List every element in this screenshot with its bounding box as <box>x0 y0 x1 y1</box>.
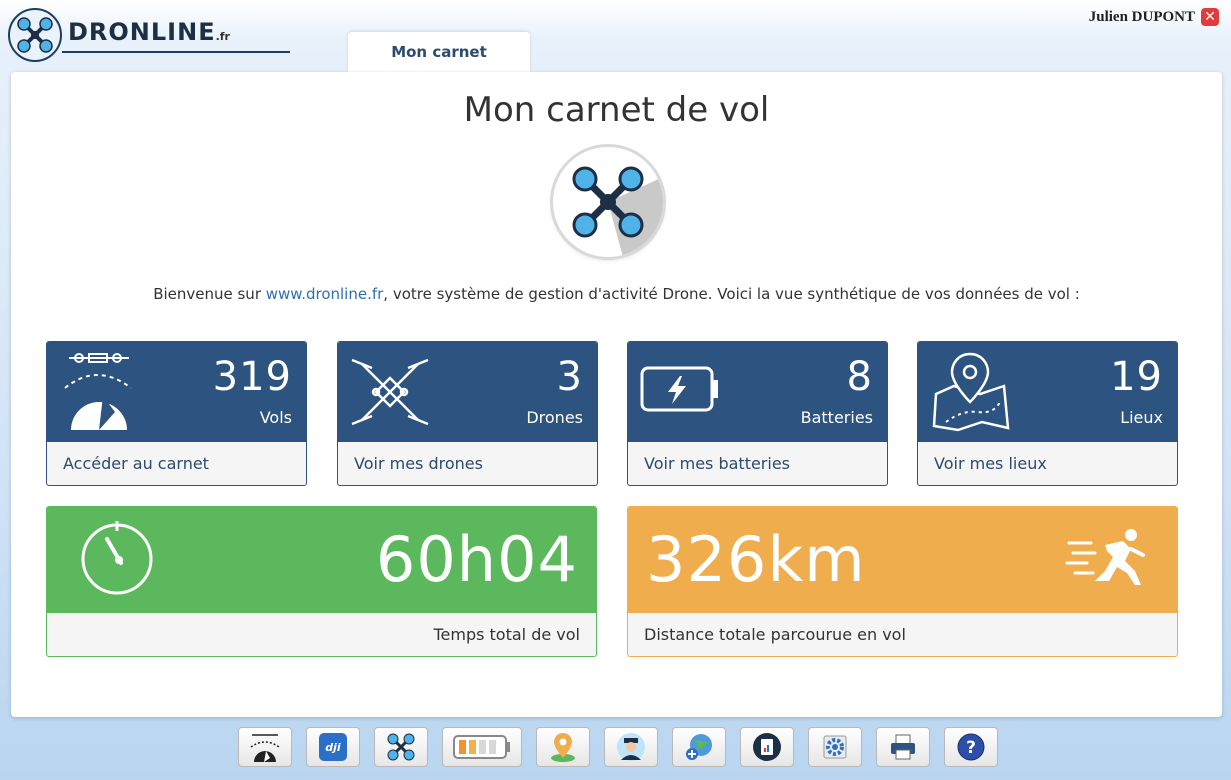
lieux-count: 19 <box>1110 354 1163 400</box>
card-total-time: 60h04 Temps total de vol <box>46 506 597 657</box>
total-time-label: Temps total de vol <box>433 625 580 644</box>
logo-text: DRONLINE <box>68 18 216 46</box>
report-icon[interactable] <box>740 727 794 767</box>
svg-text:?: ? <box>966 738 976 758</box>
drones-label: Drones <box>526 408 583 427</box>
battery-tool-icon[interactable] <box>442 727 522 767</box>
drones-count: 3 <box>556 354 583 400</box>
total-distance-value: 326km <box>646 523 866 596</box>
logo-underline <box>62 51 290 53</box>
hero-drone-icon <box>553 147 663 257</box>
card-vols: 319 Vols Accéder au carnet <box>46 341 307 486</box>
drone-icon <box>348 350 432 438</box>
bottom-toolbar: dji ? <box>238 727 998 767</box>
vols-count: 319 <box>212 354 292 400</box>
print-icon[interactable] <box>876 727 930 767</box>
globe-add-icon[interactable] <box>672 727 726 767</box>
welcome-text: Bienvenue sur www.dronline.fr, votre sys… <box>153 285 1080 303</box>
flight-gauge-icon <box>57 350 137 438</box>
stopwatch-icon <box>77 515 157 599</box>
settings-icon[interactable] <box>808 727 862 767</box>
batteries-label: Batteries <box>800 408 873 427</box>
user-name[interactable]: Julien DUPONT <box>1089 9 1195 26</box>
card-lieux: 19 Lieux Voir mes lieux <box>917 341 1178 486</box>
view-batteries-link[interactable]: Voir mes batteries <box>628 442 887 485</box>
page-title: Mon carnet de vol <box>463 90 770 130</box>
total-distance-label: Distance totale parcourue en vol <box>644 625 906 644</box>
dji-icon[interactable]: dji <box>306 727 360 767</box>
drone-tool-icon[interactable] <box>374 727 428 767</box>
flight-gauge-tool-icon[interactable] <box>238 727 292 767</box>
main-panel: Mon carnet de vol Bienvenue sur www.dron… <box>11 72 1222 717</box>
view-lieux-link[interactable]: Voir mes lieux <box>918 442 1177 485</box>
battery-icon <box>638 362 722 422</box>
card-batteries: 8 Batteries Voir mes batteries <box>627 341 888 486</box>
dronline-link[interactable]: www.dronline.fr <box>266 285 384 303</box>
logo: DRONLINE.fr <box>8 8 230 62</box>
access-carnet-link[interactable]: Accéder au carnet <box>47 442 306 485</box>
map-pin-tool-icon[interactable] <box>536 727 590 767</box>
card-total-distance: 326km Distance totale parcourue en vol <box>627 506 1178 657</box>
tab-mon-carnet[interactable]: Mon carnet <box>348 32 530 74</box>
user-area: Julien DUPONT ✕ <box>1089 8 1219 26</box>
view-drones-link[interactable]: Voir mes drones <box>338 442 597 485</box>
vols-label: Vols <box>259 408 292 427</box>
pilot-icon[interactable] <box>604 727 658 767</box>
lieux-label: Lieux <box>1120 408 1163 427</box>
batteries-count: 8 <box>846 354 873 400</box>
runner-icon <box>1065 527 1149 591</box>
map-pin-icon <box>928 350 1012 438</box>
drone-logo-icon <box>8 8 62 62</box>
card-drones: 3 Drones Voir mes drones <box>337 341 598 486</box>
help-icon[interactable]: ? <box>944 727 998 767</box>
logout-close-icon[interactable]: ✕ <box>1201 8 1219 26</box>
logo-suffix: .fr <box>215 30 230 43</box>
total-time-value: 60h04 <box>375 523 578 596</box>
